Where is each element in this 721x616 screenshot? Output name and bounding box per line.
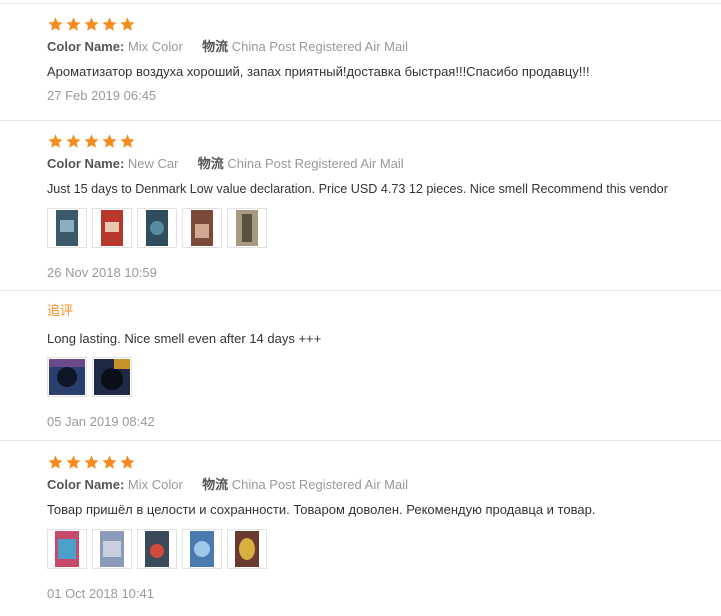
review-photo[interactable] (227, 208, 267, 248)
review-photo[interactable] (47, 357, 87, 397)
review-date: 27 Feb 2019 06:45 (47, 88, 157, 103)
shipping-label: 物流 (197, 156, 224, 171)
star-icon (84, 134, 99, 148)
divider (0, 440, 721, 441)
color-name-value: Mix Color (127, 39, 183, 54)
star-icon (84, 455, 99, 469)
star-icon (120, 134, 135, 148)
star-icon (84, 17, 99, 31)
review-photo[interactable] (137, 529, 177, 569)
color-name-value: Mix Color (127, 477, 183, 492)
followup-photos (47, 357, 132, 397)
followup-text: Long lasting. Nice smell even after 14 d… (47, 331, 322, 346)
star-rating (47, 16, 136, 33)
divider (0, 3, 721, 4)
review-photo[interactable] (182, 208, 222, 248)
review-date: 01 Oct 2018 10:41 (47, 586, 154, 601)
review-date: 26 Nov 2018 10:59 (47, 265, 157, 280)
review-meta: Color Name: New Car 物流 China Post Regist… (47, 155, 404, 173)
shipping-value: China Post Registered Air Mail (231, 477, 409, 492)
followup-label: 追评 (47, 303, 74, 318)
review-photo[interactable] (47, 529, 87, 569)
color-name-label: Color Name: (47, 156, 125, 171)
shipping-label: 物流 (202, 477, 229, 492)
color-name-label: Color Name: (47, 477, 125, 492)
star-icon (66, 17, 81, 31)
divider (0, 120, 721, 121)
star-icon (120, 455, 135, 469)
divider (0, 290, 721, 291)
review-photo[interactable] (92, 208, 132, 248)
star-icon (48, 455, 63, 469)
star-icon (102, 134, 117, 148)
star-icon (66, 134, 81, 148)
review-text: Ароматизатор воздуха хороший, запах прия… (47, 64, 590, 79)
review-meta: Color Name: Mix Color 物流 China Post Regi… (47, 38, 408, 56)
star-icon (48, 17, 63, 31)
shipping-value: China Post Registered Air Mail (231, 39, 409, 54)
review-text: Товар пришёл в целости и сохранности. То… (47, 502, 596, 517)
star-icon (102, 455, 117, 469)
review-photo[interactable] (47, 208, 87, 248)
review-photo[interactable] (92, 357, 132, 397)
star-icon (120, 17, 135, 31)
review-photo[interactable] (92, 529, 132, 569)
shipping-label: 物流 (202, 39, 229, 54)
followup-date: 05 Jan 2019 08:42 (47, 414, 155, 429)
review-meta: Color Name: Mix Color 物流 China Post Regi… (47, 476, 408, 494)
review-photo[interactable] (227, 529, 267, 569)
review-photo[interactable] (137, 208, 177, 248)
review-text: Just 15 days to Denmark Low value declar… (47, 182, 668, 196)
color-name-value: New Car (127, 156, 179, 171)
star-rating (47, 133, 136, 150)
review-photos (47, 208, 267, 248)
review-photos (47, 529, 267, 569)
color-name-label: Color Name: (47, 39, 125, 54)
star-rating (47, 454, 136, 471)
shipping-value: China Post Registered Air Mail (227, 156, 404, 171)
star-icon (102, 17, 117, 31)
star-icon (66, 455, 81, 469)
review-photo[interactable] (182, 529, 222, 569)
star-icon (48, 134, 63, 148)
